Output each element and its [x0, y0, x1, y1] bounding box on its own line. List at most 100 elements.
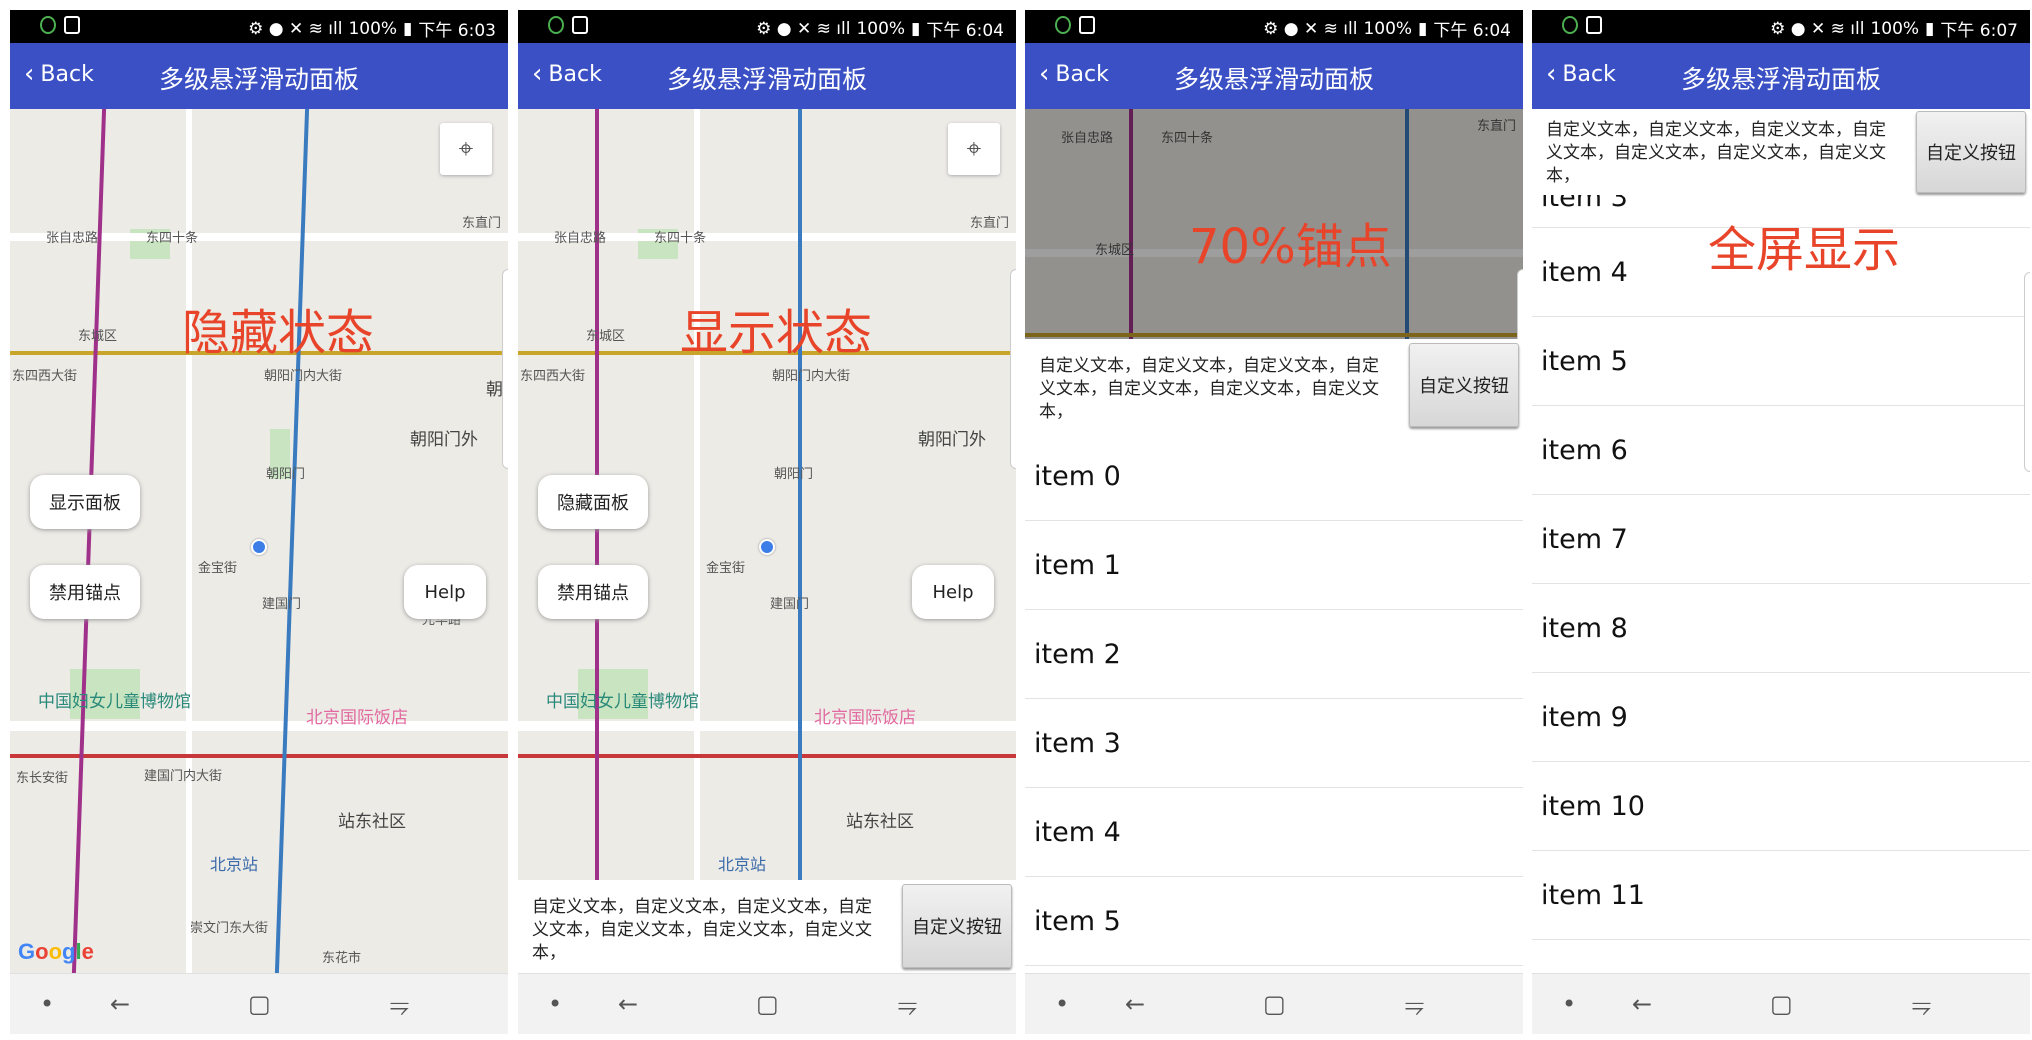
- map-label: 建国门: [262, 597, 302, 612]
- map-label: 朝阳门外: [410, 430, 478, 450]
- custom-button[interactable]: 自定义按钮: [1409, 343, 1519, 427]
- map-label: 张自忠路: [46, 231, 99, 246]
- home-square-icon[interactable]: ▢: [1770, 990, 1793, 1018]
- recents-icon[interactable]: ⥭: [1912, 990, 1931, 1018]
- list-item[interactable]: item 2: [1025, 610, 1523, 699]
- map-label: 东直门: [970, 216, 1010, 231]
- panel-text: 自定义文本，自定义文本，自定义文本，自定义文本，自定义文本，自定义文本，自定义文…: [1039, 356, 1379, 422]
- list-item[interactable]: item 10: [1532, 762, 2030, 851]
- drawer-handle[interactable]: [2024, 272, 2030, 472]
- map-label: 北京站: [718, 855, 767, 874]
- dot-icon[interactable]: •: [40, 990, 54, 1018]
- map-view[interactable]: 张自忠路 东四十条 东直门 东城区 东四西大街 朝阳门内大街 朝阳门外 朝 朝阳…: [10, 109, 508, 973]
- sliding-panel-header[interactable]: 自定义文本，自定义文本，自定义文本，自定义文本，自定义文本，自定义文本，自定义文…: [1532, 109, 2030, 195]
- my-location-dot: [759, 539, 775, 555]
- recents-icon[interactable]: ⥭: [1405, 990, 1424, 1018]
- page-title: 多级悬浮滑动面板: [158, 65, 359, 94]
- image-icon: [1079, 16, 1095, 34]
- disable-anchor-button[interactable]: 禁用锚点: [30, 565, 140, 619]
- status-bar: ⚙ ● ✕ ≋ ıll 100% ▮ 下午 6:07: [1532, 10, 2030, 43]
- map-label: 东四西大街: [12, 369, 78, 384]
- help-button[interactable]: Help: [404, 565, 486, 619]
- image-icon: [1586, 16, 1602, 34]
- list-item[interactable]: item 9: [1532, 673, 2030, 762]
- status-bar: ⚙ ● ✕ ≋ ıll 100% ▮ 下午 6:04: [518, 10, 1016, 43]
- android-icon: [40, 16, 56, 34]
- android-icon: [1562, 16, 1578, 34]
- list-item[interactable]: item 3: [1025, 699, 1523, 788]
- battery-icon: ▮: [1925, 18, 1935, 39]
- toggle-panel-button[interactable]: 显示面板: [30, 475, 140, 529]
- map-label: 朝阳门内大街: [772, 369, 851, 384]
- title-bar: ‹ Back 多级悬浮滑动面板: [10, 43, 508, 109]
- panel-text: 自定义文本，自定义文本，自定义文本，自定义文本，自定义文本，自定义文本，自定义文…: [1546, 120, 1886, 186]
- back-arrow-icon[interactable]: ←: [618, 990, 638, 1018]
- list-item[interactable]: item 1: [1025, 521, 1523, 610]
- panel-text: 自定义文本，自定义文本，自定义文本，自定义文本，自定义文本，自定义文本，自定义文…: [532, 897, 872, 963]
- state-overlay-text: 70%锚点: [1189, 219, 1392, 275]
- drawer-handle[interactable]: [1010, 269, 1016, 469]
- battery-icon: ▮: [403, 18, 413, 39]
- list-item[interactable]: item 5: [1532, 317, 2030, 406]
- panel-list: item 0 item 1 item 2 item 3 item 4 item …: [1025, 432, 1523, 966]
- sliding-panel-header[interactable]: 自定义文本，自定义文本，自定义文本，自定义文本，自定义文本，自定义文本，自定义文…: [518, 880, 1016, 973]
- title-bar: ‹ Back 多级悬浮滑动面板: [518, 43, 1016, 109]
- battery-level: 100%: [348, 18, 398, 39]
- clock: 下午 6:04: [1433, 21, 1511, 41]
- map-label: 朝阳门内大街: [264, 369, 343, 384]
- custom-button[interactable]: 自定义按钮: [902, 884, 1012, 968]
- battery-icon: ▮: [1418, 18, 1428, 39]
- map-label: 站东社区: [338, 812, 406, 832]
- clock: 下午 6:03: [418, 21, 496, 41]
- page-title: 多级悬浮滑动面板: [1173, 65, 1374, 94]
- list-item[interactable]: item 4: [1025, 788, 1523, 877]
- android-icon: [1055, 16, 1071, 34]
- status-icons: ⚙ ● ✕ ≋ ıll: [756, 18, 851, 39]
- map-label: 朝阳门外: [918, 430, 986, 450]
- map-view[interactable]: 张自忠路 东四十条 东直门 东城区 70%锚点: [1025, 109, 1523, 339]
- dot-icon[interactable]: •: [1562, 990, 1576, 1018]
- back-arrow-icon[interactable]: ←: [1125, 990, 1145, 1018]
- map-label: 金宝街: [198, 561, 238, 576]
- title-bar: ‹ Back 多级悬浮滑动面板: [1025, 43, 1523, 109]
- title-bar: ‹ Back 多级悬浮滑动面板: [1532, 43, 2030, 109]
- home-square-icon[interactable]: ▢: [1263, 990, 1286, 1018]
- custom-button[interactable]: 自定义按钮: [1916, 111, 2026, 193]
- list-item[interactable]: item 6: [1532, 406, 2030, 495]
- map-label: 东直门: [462, 216, 502, 231]
- back-arrow-icon[interactable]: ←: [110, 990, 130, 1018]
- map-view[interactable]: 张自忠路 东四十条 东直门 东城区 东四西大街 朝阳门内大街 朝阳门外 朝阳门 …: [518, 109, 1016, 880]
- map-label: 中国妇女儿童博物馆: [38, 692, 191, 712]
- map-label: 北京站: [210, 855, 259, 874]
- home-square-icon[interactable]: ▢: [248, 990, 271, 1018]
- status-bar: ⚙ ● ✕ ≋ ıll 100% ▮ 下午 6:04: [1025, 10, 1523, 43]
- help-button[interactable]: Help: [912, 565, 994, 619]
- list-item[interactable]: item 7: [1532, 495, 2030, 584]
- map-label: 建国门: [770, 597, 810, 612]
- map-label: 东长安街: [16, 771, 69, 786]
- dot-icon[interactable]: •: [548, 990, 562, 1018]
- image-icon: [572, 16, 588, 34]
- back-arrow-icon[interactable]: ←: [1632, 990, 1652, 1018]
- crosshair-icon[interactable]: ⌖: [440, 123, 492, 175]
- list-item[interactable]: item 0: [1025, 432, 1523, 521]
- disable-anchor-button[interactable]: 禁用锚点: [538, 565, 648, 619]
- state-overlay-text: 全屏显示: [1708, 222, 1901, 278]
- map-label: 中国妇女儿童博物馆: [546, 692, 699, 712]
- map-label: 北京国际饭店: [814, 708, 916, 728]
- toggle-panel-button[interactable]: 隐藏面板: [538, 475, 648, 529]
- sliding-panel-header[interactable]: 自定义文本，自定义文本，自定义文本，自定义文本，自定义文本，自定义文本，自定义文…: [1025, 339, 1523, 432]
- crosshair-icon[interactable]: ⌖: [948, 123, 1000, 175]
- dot-icon[interactable]: •: [1055, 990, 1069, 1018]
- android-icon: [548, 16, 564, 34]
- list-item[interactable]: item 8: [1532, 584, 2030, 673]
- drawer-handle[interactable]: [1517, 269, 1523, 339]
- home-square-icon[interactable]: ▢: [756, 990, 779, 1018]
- list-item[interactable]: item 11: [1532, 851, 2030, 940]
- list-item[interactable]: item 5: [1025, 877, 1523, 966]
- recents-icon[interactable]: ⥭: [390, 990, 409, 1018]
- map-label: 朝阳门: [774, 467, 814, 482]
- page-title: 多级悬浮滑动面板: [1680, 65, 1881, 94]
- recents-icon[interactable]: ⥭: [898, 990, 917, 1018]
- drawer-handle[interactable]: [502, 269, 508, 469]
